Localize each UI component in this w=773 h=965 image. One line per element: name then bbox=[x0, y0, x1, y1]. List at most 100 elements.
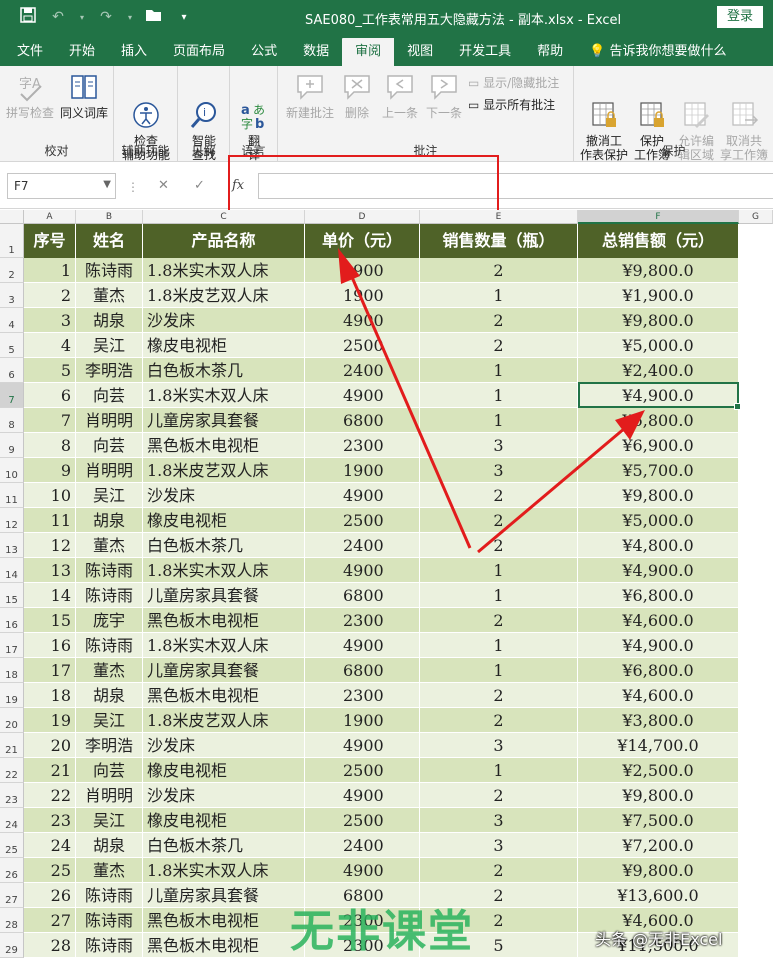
tab-file[interactable]: 文件 bbox=[0, 38, 56, 66]
cell-name[interactable]: 肖明明 bbox=[76, 408, 143, 433]
empty-cell[interactable] bbox=[739, 583, 773, 608]
undo-icon[interactable]: ↶ bbox=[48, 9, 68, 25]
cell-seq[interactable]: 13 bbox=[24, 558, 76, 583]
tab-home[interactable]: 开始 bbox=[56, 38, 108, 66]
cell-name[interactable]: 胡泉 bbox=[76, 683, 143, 708]
cell-product[interactable]: 沙发床 bbox=[143, 783, 305, 808]
cell-product[interactable]: 1.8米皮艺双人床 bbox=[143, 708, 305, 733]
cell-seq[interactable]: 19 bbox=[24, 708, 76, 733]
cell-name[interactable]: 吴江 bbox=[76, 483, 143, 508]
cell-product[interactable]: 黑色板木电视柜 bbox=[143, 608, 305, 633]
cell-seq[interactable]: 6 bbox=[24, 383, 76, 408]
cell-product[interactable]: 白色板木茶几 bbox=[143, 358, 305, 383]
thesaurus-button[interactable]: 同义词库 bbox=[58, 72, 110, 120]
cell-name[interactable]: 胡泉 bbox=[76, 833, 143, 858]
column-header-b[interactable]: B bbox=[76, 210, 143, 224]
cell-qty[interactable]: 2 bbox=[420, 708, 578, 733]
cell-product[interactable]: 儿童房家具套餐 bbox=[143, 408, 305, 433]
empty-cell[interactable] bbox=[739, 383, 773, 408]
row-header-4[interactable]: 4 bbox=[0, 308, 24, 333]
row-header-29[interactable]: 29 bbox=[0, 933, 24, 958]
cell-price[interactable]: 4900 bbox=[305, 383, 420, 408]
show-all-comments-button[interactable]: ▭ 显示所有批注 bbox=[468, 96, 555, 113]
cell-total[interactable]: ¥13,600.0 bbox=[578, 883, 739, 908]
row-header-18[interactable]: 18 bbox=[0, 658, 24, 683]
row-header-19[interactable]: 19 bbox=[0, 683, 24, 708]
cell-price[interactable]: 4900 bbox=[305, 258, 420, 283]
cell-qty[interactable]: 3 bbox=[420, 808, 578, 833]
undo-dropdown-icon[interactable]: ▾ bbox=[78, 13, 86, 22]
cell-total[interactable]: ¥6,800.0 bbox=[578, 408, 739, 433]
cell-price[interactable]: 6800 bbox=[305, 408, 420, 433]
cell-name[interactable]: 向芸 bbox=[76, 758, 143, 783]
redo-dropdown-icon[interactable]: ▾ bbox=[126, 13, 134, 22]
cell-qty[interactable]: 2 bbox=[420, 858, 578, 883]
cell-seq[interactable]: 28 bbox=[24, 933, 76, 958]
tab-review[interactable]: 审阅 bbox=[342, 38, 395, 66]
cell-total[interactable]: ¥4,900.0 bbox=[578, 633, 739, 658]
cell-product[interactable]: 黑色板木电视柜 bbox=[143, 433, 305, 458]
cell-product[interactable]: 橡皮电视柜 bbox=[143, 808, 305, 833]
cell-total[interactable]: ¥3,800.0 bbox=[578, 708, 739, 733]
row-header-2[interactable]: 2 bbox=[0, 258, 24, 283]
cell-qty[interactable]: 3 bbox=[420, 458, 578, 483]
cell-seq[interactable]: 20 bbox=[24, 733, 76, 758]
cell-name[interactable]: 陈诗雨 bbox=[76, 558, 143, 583]
row-header-15[interactable]: 15 bbox=[0, 583, 24, 608]
tell-me-search[interactable]: 💡 告诉我你想要做什么 bbox=[576, 38, 739, 66]
cell-total[interactable]: ¥6,800.0 bbox=[578, 583, 739, 608]
cell-qty[interactable]: 1 bbox=[420, 383, 578, 408]
cell-price[interactable]: 4900 bbox=[305, 558, 420, 583]
open-folder-icon[interactable] bbox=[144, 8, 164, 26]
cell-seq[interactable]: 12 bbox=[24, 533, 76, 558]
cell-name[interactable]: 肖明明 bbox=[76, 783, 143, 808]
cell-total[interactable]: ¥9,800.0 bbox=[578, 783, 739, 808]
cell-seq[interactable]: 24 bbox=[24, 833, 76, 858]
cell-product[interactable]: 儿童房家具套餐 bbox=[143, 583, 305, 608]
cell-name[interactable]: 胡泉 bbox=[76, 308, 143, 333]
cell-product[interactable]: 橡皮电视柜 bbox=[143, 758, 305, 783]
cell-qty[interactable]: 1 bbox=[420, 408, 578, 433]
row-header-3[interactable]: 3 bbox=[0, 283, 24, 308]
delete-comment-button[interactable]: 删除 bbox=[338, 72, 376, 120]
cell-qty[interactable]: 1 bbox=[420, 633, 578, 658]
header-cell-seq[interactable]: 序号 bbox=[24, 224, 76, 258]
cell-qty[interactable]: 2 bbox=[420, 483, 578, 508]
cell-qty[interactable]: 1 bbox=[420, 358, 578, 383]
cell-name[interactable]: 董杰 bbox=[76, 658, 143, 683]
cell-total[interactable]: ¥6,800.0 bbox=[578, 658, 739, 683]
empty-cell[interactable] bbox=[739, 908, 773, 933]
cell-price[interactable]: 2300 bbox=[305, 608, 420, 633]
cell-total[interactable]: ¥4,600.0 bbox=[578, 608, 739, 633]
redo-icon[interactable]: ↷ bbox=[96, 9, 116, 25]
cell-name[interactable]: 董杰 bbox=[76, 533, 143, 558]
previous-comment-button[interactable]: 上一条 bbox=[378, 72, 422, 120]
cell-qty[interactable]: 2 bbox=[420, 683, 578, 708]
empty-cell[interactable] bbox=[739, 858, 773, 883]
empty-cell[interactable] bbox=[739, 883, 773, 908]
cell-name[interactable]: 陈诗雨 bbox=[76, 883, 143, 908]
cell-name[interactable]: 董杰 bbox=[76, 283, 143, 308]
empty-cell[interactable] bbox=[739, 658, 773, 683]
cell-seq[interactable]: 23 bbox=[24, 808, 76, 833]
cell-price[interactable]: 2300 bbox=[305, 683, 420, 708]
cell-seq[interactable]: 25 bbox=[24, 858, 76, 883]
cell-seq[interactable]: 26 bbox=[24, 883, 76, 908]
empty-cell[interactable] bbox=[739, 633, 773, 658]
cell-price[interactable]: 2400 bbox=[305, 533, 420, 558]
empty-cell[interactable] bbox=[739, 433, 773, 458]
save-icon[interactable] bbox=[18, 7, 38, 27]
row-header-26[interactable]: 26 bbox=[0, 858, 24, 883]
cell-name[interactable]: 吴江 bbox=[76, 808, 143, 833]
cell-name[interactable]: 陈诗雨 bbox=[76, 258, 143, 283]
cell-product[interactable]: 沙发床 bbox=[143, 733, 305, 758]
cell-price[interactable]: 1900 bbox=[305, 283, 420, 308]
cell-seq[interactable]: 1 bbox=[24, 258, 76, 283]
row-header-12[interactable]: 12 bbox=[0, 508, 24, 533]
empty-cell[interactable] bbox=[739, 333, 773, 358]
cell-total[interactable]: ¥9,800.0 bbox=[578, 258, 739, 283]
cell-qty[interactable]: 2 bbox=[420, 783, 578, 808]
cell-name[interactable]: 李明浩 bbox=[76, 733, 143, 758]
cell-seq[interactable]: 17 bbox=[24, 658, 76, 683]
header-cell-total[interactable]: 总销售额（元） bbox=[578, 224, 739, 258]
